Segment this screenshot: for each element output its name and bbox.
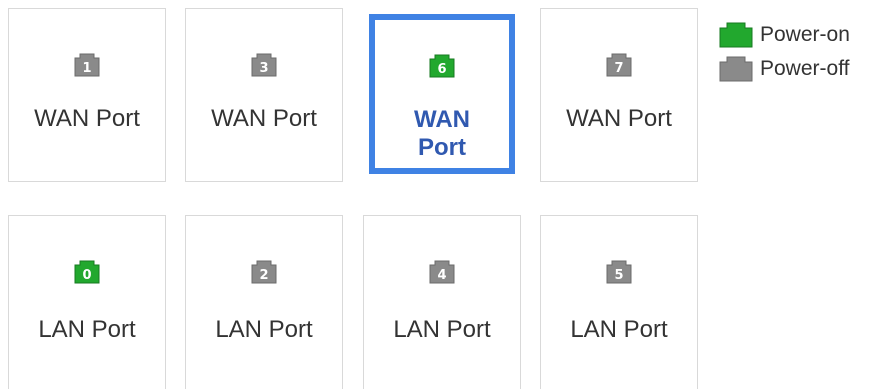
port-label: WAN Port bbox=[211, 105, 317, 132]
svg-text:0: 0 bbox=[82, 268, 91, 283]
port-label: WAN Port bbox=[566, 105, 672, 132]
wan-port-1[interactable]: 1 WAN Port bbox=[8, 8, 166, 182]
port-label: LAN Port bbox=[215, 316, 313, 343]
lan-port-4[interactable]: 4 LAN Port bbox=[363, 215, 521, 389]
wan-port-7[interactable]: 7 WAN Port bbox=[540, 8, 698, 182]
ethernet-port-icon: 5 bbox=[606, 260, 632, 284]
svg-text:5: 5 bbox=[614, 268, 623, 283]
port-label: LAN Port bbox=[393, 316, 491, 343]
port-label: WAN Port bbox=[414, 106, 470, 161]
legend-label: Power-on bbox=[760, 23, 850, 46]
ethernet-port-icon: 0 bbox=[74, 260, 100, 284]
legend-label: Power-off bbox=[760, 57, 850, 80]
lan-port-0[interactable]: 0 LAN Port bbox=[8, 215, 166, 389]
ethernet-port-icon: 4 bbox=[429, 260, 455, 284]
port-label: LAN Port bbox=[38, 316, 136, 343]
legend-power-off: Power-off bbox=[718, 52, 850, 86]
svg-text:2: 2 bbox=[259, 268, 268, 283]
svg-text:7: 7 bbox=[614, 61, 623, 76]
ethernet-port-icon: 6 bbox=[429, 54, 455, 78]
svg-text:3: 3 bbox=[259, 61, 268, 76]
legend-power-on: Power-on bbox=[718, 18, 850, 52]
wan-port-6[interactable]: 6 WAN Port bbox=[369, 14, 515, 174]
ethernet-port-icon: 2 bbox=[251, 260, 277, 284]
svg-text:6: 6 bbox=[437, 62, 446, 77]
svg-text:4: 4 bbox=[437, 268, 446, 283]
lan-port-2[interactable]: 2 LAN Port bbox=[185, 215, 343, 389]
ethernet-port-icon bbox=[719, 22, 753, 48]
port-label: LAN Port bbox=[570, 316, 668, 343]
ethernet-port-icon bbox=[719, 56, 753, 82]
ethernet-port-icon: 7 bbox=[606, 53, 632, 77]
ethernet-port-icon: 3 bbox=[251, 53, 277, 77]
port-label: WAN Port bbox=[34, 105, 140, 132]
power-legend: Power-on Power-off bbox=[718, 18, 850, 86]
wan-port-3[interactable]: 3 WAN Port bbox=[185, 8, 343, 182]
ethernet-port-icon: 1 bbox=[74, 53, 100, 77]
svg-text:1: 1 bbox=[82, 61, 91, 76]
lan-port-5[interactable]: 5 LAN Port bbox=[540, 215, 698, 389]
